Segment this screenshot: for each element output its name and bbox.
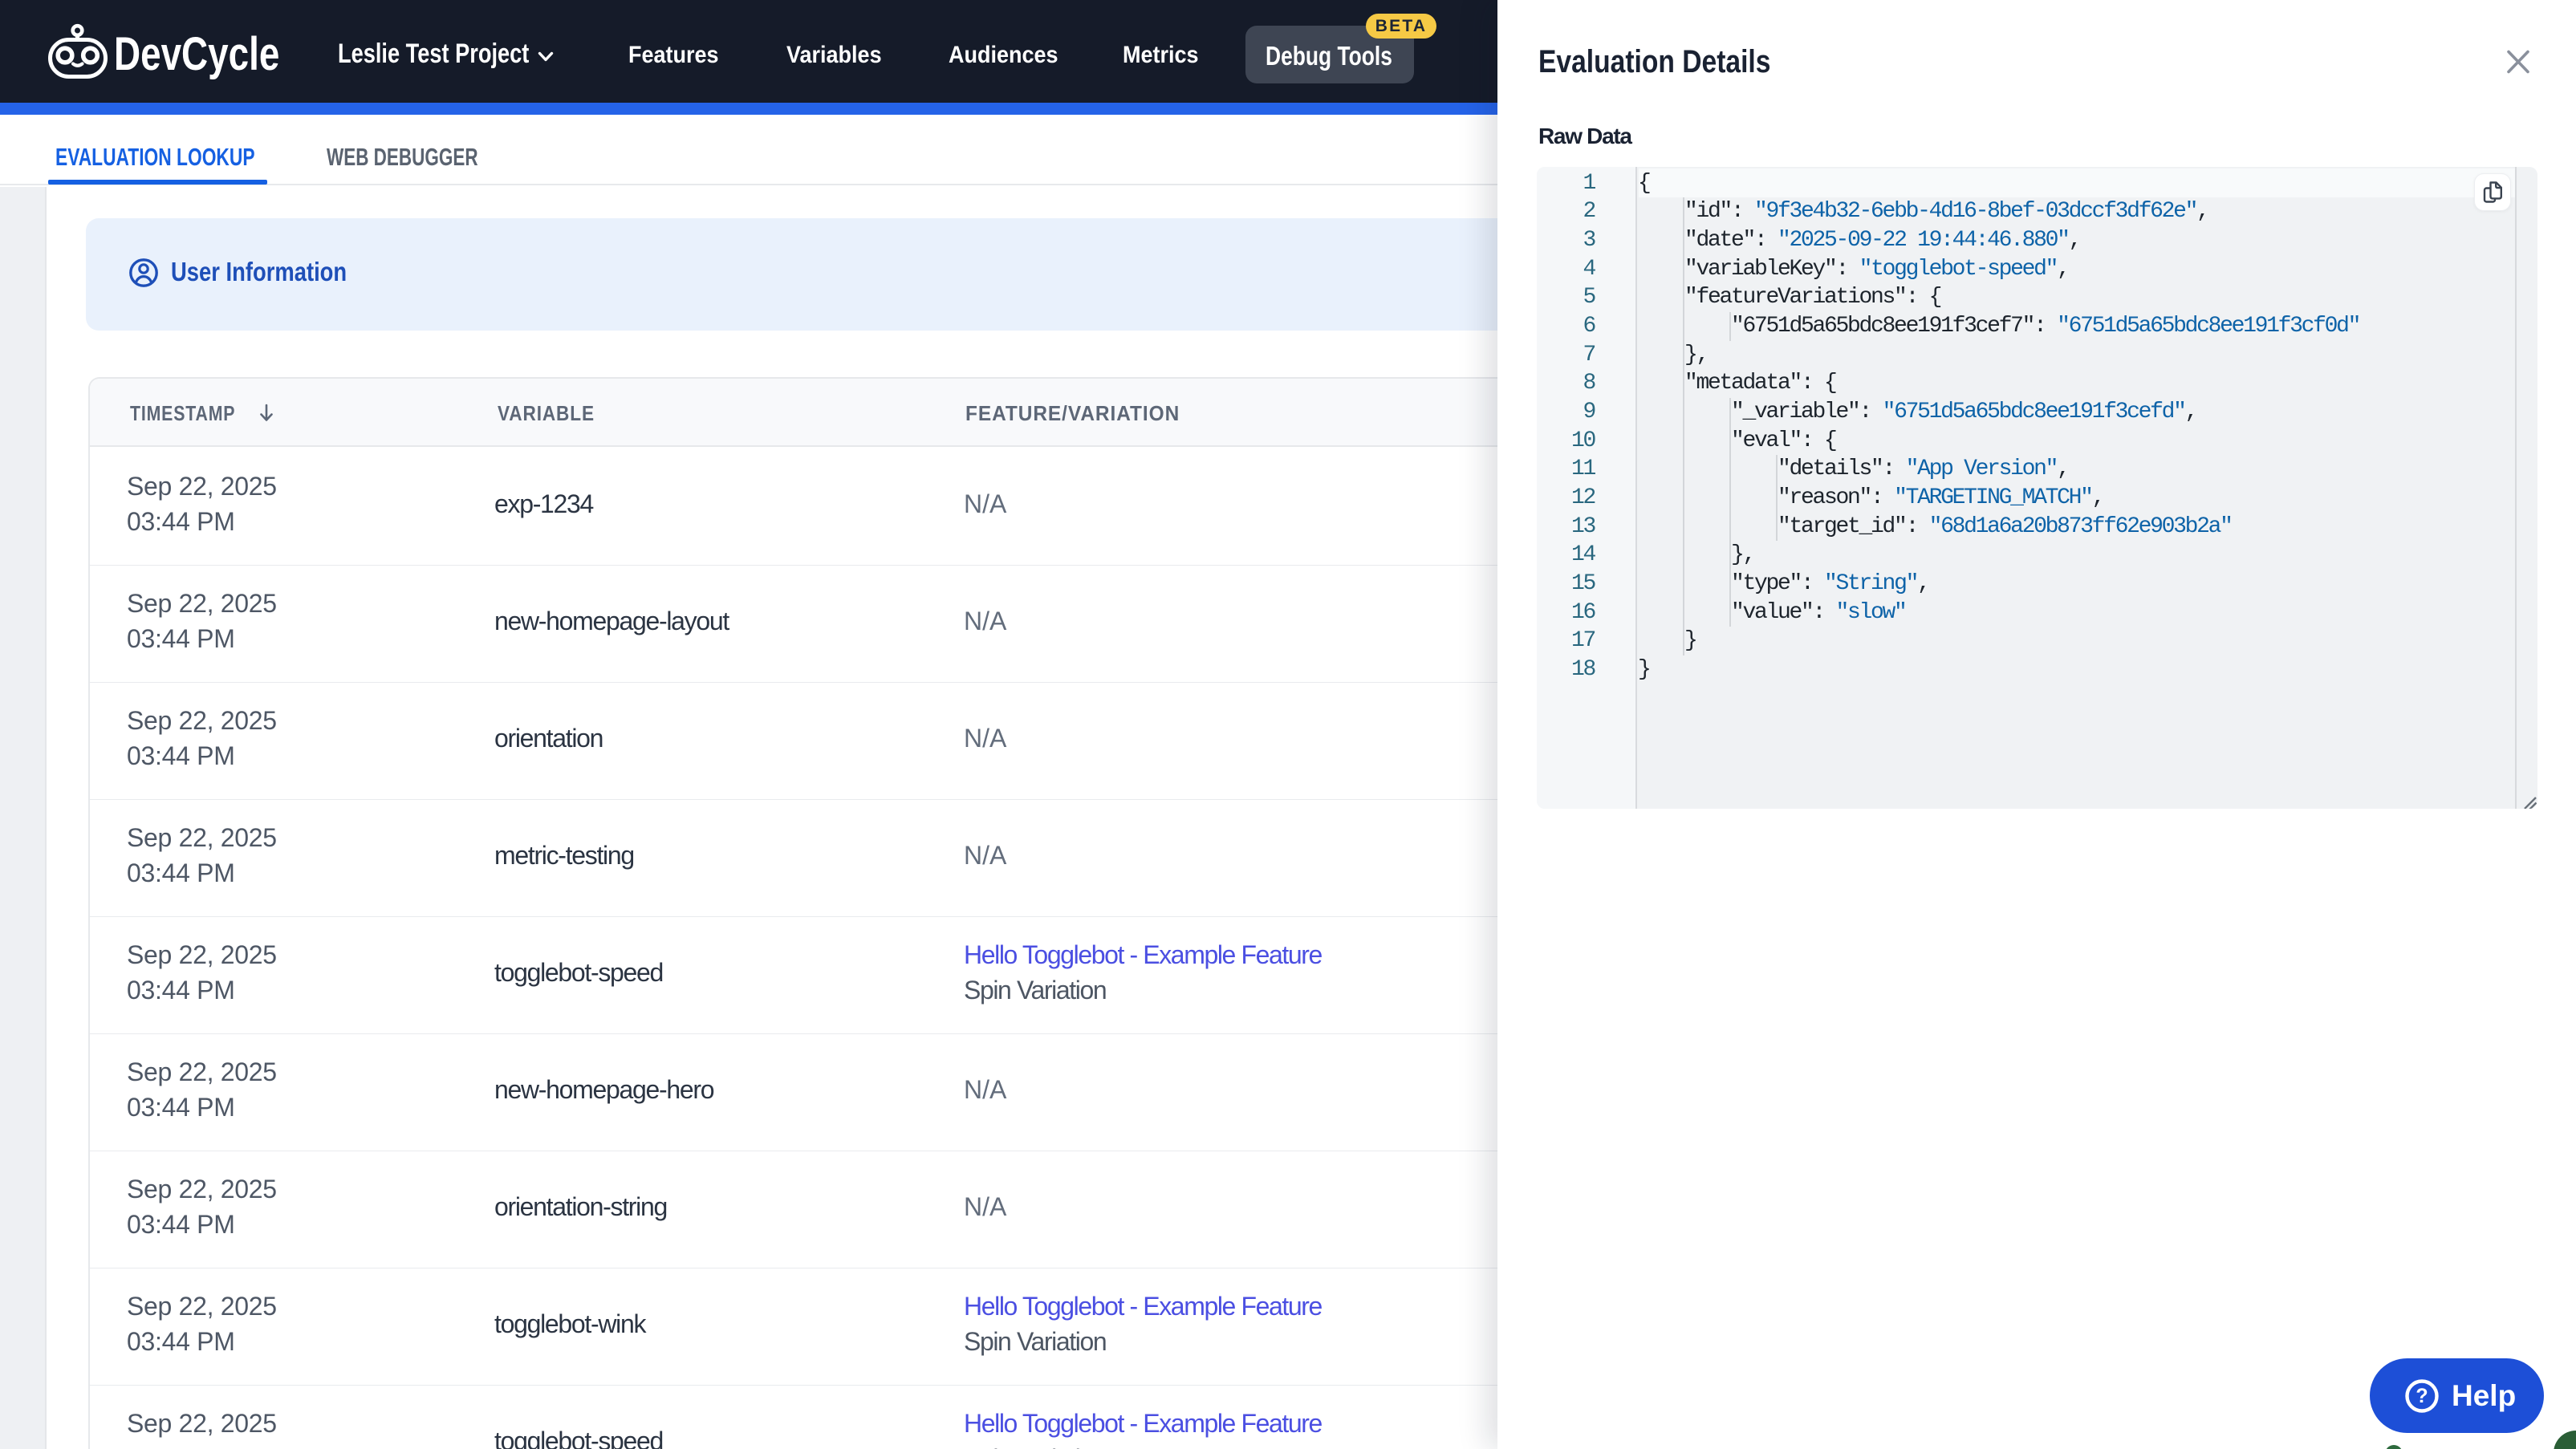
svg-text:?: ? [2416,1385,2428,1407]
